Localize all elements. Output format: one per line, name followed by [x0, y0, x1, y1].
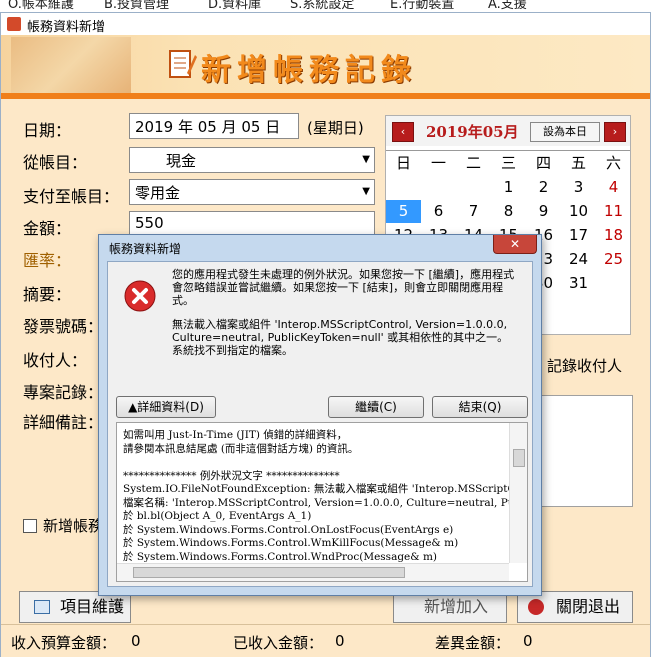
menu-item[interactable]: E.行動裝置	[390, 0, 454, 12]
detail-line: 於 System.Windows.Forms.Control.WndProc(M…	[123, 550, 438, 563]
from-account-label: 從帳目：	[23, 153, 88, 172]
date-label: 日期：	[23, 121, 72, 140]
notes-textarea-edge[interactable]	[541, 395, 633, 507]
calendar-day[interactable]: 1	[491, 176, 526, 199]
weekday-header: 二	[465, 154, 481, 172]
calendar-day[interactable]: 2	[526, 176, 561, 199]
add-button-label: 新增加入	[424, 597, 489, 616]
menu-item[interactable]: A.支援	[488, 0, 527, 12]
weekday-header: 四	[535, 154, 551, 172]
notebook-icon	[167, 47, 197, 81]
close-button-label: 關閉退出	[556, 597, 621, 616]
error-dialog: 帳務資料新增 ✕ 您的應用程式發生未處理的例外狀況。如果您按一下 [繼續]，應用…	[98, 234, 542, 596]
calendar-day[interactable]: 24	[561, 248, 596, 271]
calendar-day[interactable]: 31	[561, 272, 596, 295]
notes-label: 詳細備註：	[23, 413, 104, 432]
calendar-header: ‹ 2019年05月 設為本日 ›	[386, 116, 630, 146]
calendar-day[interactable]: 8	[491, 200, 526, 223]
exit-icon	[528, 599, 544, 615]
scroll-thumb[interactable]	[133, 567, 405, 578]
dialog-message: 您的應用程式發生未處理的例外狀況。如果您按一下 [繼續]，應用程式會忽略錯誤並嘗…	[172, 268, 515, 307]
to-account-value: 零用金	[135, 184, 181, 202]
rate-label: 匯率：	[23, 251, 72, 270]
weekday-header: 一	[430, 154, 446, 172]
calendar-day[interactable]: 4	[596, 176, 631, 199]
dropdown-arrow-icon: ▼	[362, 154, 370, 165]
calendar-day[interactable]: 25	[596, 248, 631, 271]
prev-month-button[interactable]: ‹	[392, 122, 414, 142]
calendar-day[interactable]: 9	[526, 200, 561, 223]
vertical-scrollbar[interactable]	[509, 423, 527, 563]
calendar-title: 2019年05月	[426, 123, 519, 141]
project-label: 專案記錄：	[23, 383, 104, 402]
from-account-combo[interactable]: 現金 ▼	[129, 147, 375, 173]
next-month-button[interactable]: ›	[604, 122, 626, 142]
details-textbox[interactable]: 如需叫用 Just-In-Time (JIT) 偵錯的詳細資料， 請參閱本訊息結尾…	[116, 422, 528, 582]
calendar-day[interactable]: 6	[421, 200, 456, 223]
from-account-value: 現金	[166, 152, 197, 170]
menu-item[interactable]: O.帳本維護	[8, 0, 74, 12]
diff-value: 0	[523, 632, 533, 650]
banner: 新增帳務記錄	[1, 35, 650, 95]
menu-item[interactable]: S.系統設定	[290, 0, 354, 12]
record-payee-label[interactable]: 記錄收付人	[547, 355, 622, 376]
calendar-day[interactable]: 10	[561, 200, 596, 223]
status-bar: 收入預算金額： 0 已收入金額： 0 差異金額： 0	[1, 624, 650, 657]
set-today-button[interactable]: 設為本日	[530, 122, 600, 142]
weekday-label: (星期日)	[307, 119, 364, 137]
diff-label: 差異金額：	[435, 634, 511, 652]
window-title: 帳務資料新增	[27, 20, 106, 35]
weekday-header: 三	[500, 154, 516, 172]
calendar-day	[421, 176, 456, 199]
dialog-body: 您的應用程式發生未處理的例外狀況。如果您按一下 [繼續]，應用程式會忽略錯誤並嘗…	[107, 261, 533, 587]
calendar-day[interactable]: 11	[596, 200, 631, 223]
dialog-close-button[interactable]: ✕	[493, 235, 537, 254]
banner-money-image	[11, 37, 131, 93]
menu-item[interactable]: B.投資管理	[104, 0, 169, 12]
calendar-divider	[386, 150, 630, 151]
calendar-day[interactable]: 3	[561, 176, 596, 199]
to-account-label: 支付至帳目：	[23, 187, 120, 206]
error-icon	[124, 280, 156, 312]
summary-label: 摘要：	[23, 285, 72, 304]
received-label: 已收入金額：	[233, 634, 324, 652]
dialog-title: 帳務資料新增	[109, 242, 182, 256]
window-titlebar[interactable]: 帳務資料新增	[1, 13, 650, 35]
scroll-thumb[interactable]	[513, 449, 525, 467]
calendar-day[interactable]: 7	[456, 200, 491, 223]
app-icon	[7, 17, 21, 31]
budget-value: 0	[131, 632, 141, 650]
to-account-combo[interactable]: 零用金 ▼	[129, 179, 375, 205]
weekday-header: 六	[605, 154, 621, 172]
calendar-day[interactable]: 17	[561, 224, 596, 247]
menu-item[interactable]: D.資料庫	[208, 0, 261, 12]
horizontal-scrollbar[interactable]	[117, 563, 509, 581]
banner-title: 新增帳務記錄	[201, 53, 417, 88]
budget-label: 收入預算金額：	[11, 634, 117, 652]
calendar-day[interactable]: 5	[386, 200, 421, 223]
parent-menubar: O.帳本維護 B.投資管理 D.資料庫 S.系統設定 E.行動裝置 A.支援	[0, 0, 651, 12]
detail-line: 請參閱本訊息結尾處 (而非這個對話方塊) 的資訊。	[123, 442, 359, 455]
invoice-label: 發票號碼：	[23, 317, 104, 336]
new-entry-checkbox-label: 新增帳務	[43, 517, 104, 535]
amount-label: 金額：	[23, 219, 72, 238]
list-icon	[34, 600, 50, 614]
new-entry-checkbox[interactable]	[23, 519, 37, 533]
details-button[interactable]: ▲詳細資料(D)	[116, 396, 216, 418]
weekday-header: 日	[395, 154, 411, 172]
calendar-day	[386, 176, 421, 199]
continue-button[interactable]: 繼續(C)	[328, 396, 424, 418]
details-text: 如需叫用 Just-In-Time (JIT) 偵錯的詳細資料， 請參閱本訊息結尾…	[117, 423, 509, 563]
calendar-day[interactable]: 18	[596, 224, 631, 247]
quit-button[interactable]: 結束(Q)	[432, 396, 528, 418]
weekday-header: 五	[570, 154, 586, 172]
dialog-exception-message: 無法載入檔案或組件 'Interop.MSScriptControl, Vers…	[172, 318, 509, 357]
calendar-day	[596, 272, 631, 295]
dropdown-arrow-icon: ▼	[362, 186, 370, 197]
date-field[interactable]: 2019 年 05 月 05 日	[129, 113, 299, 139]
calendar-day	[456, 176, 491, 199]
items-button-label: 項目維護	[60, 597, 125, 616]
payee-label: 收付人：	[23, 351, 88, 370]
received-value: 0	[335, 632, 345, 650]
